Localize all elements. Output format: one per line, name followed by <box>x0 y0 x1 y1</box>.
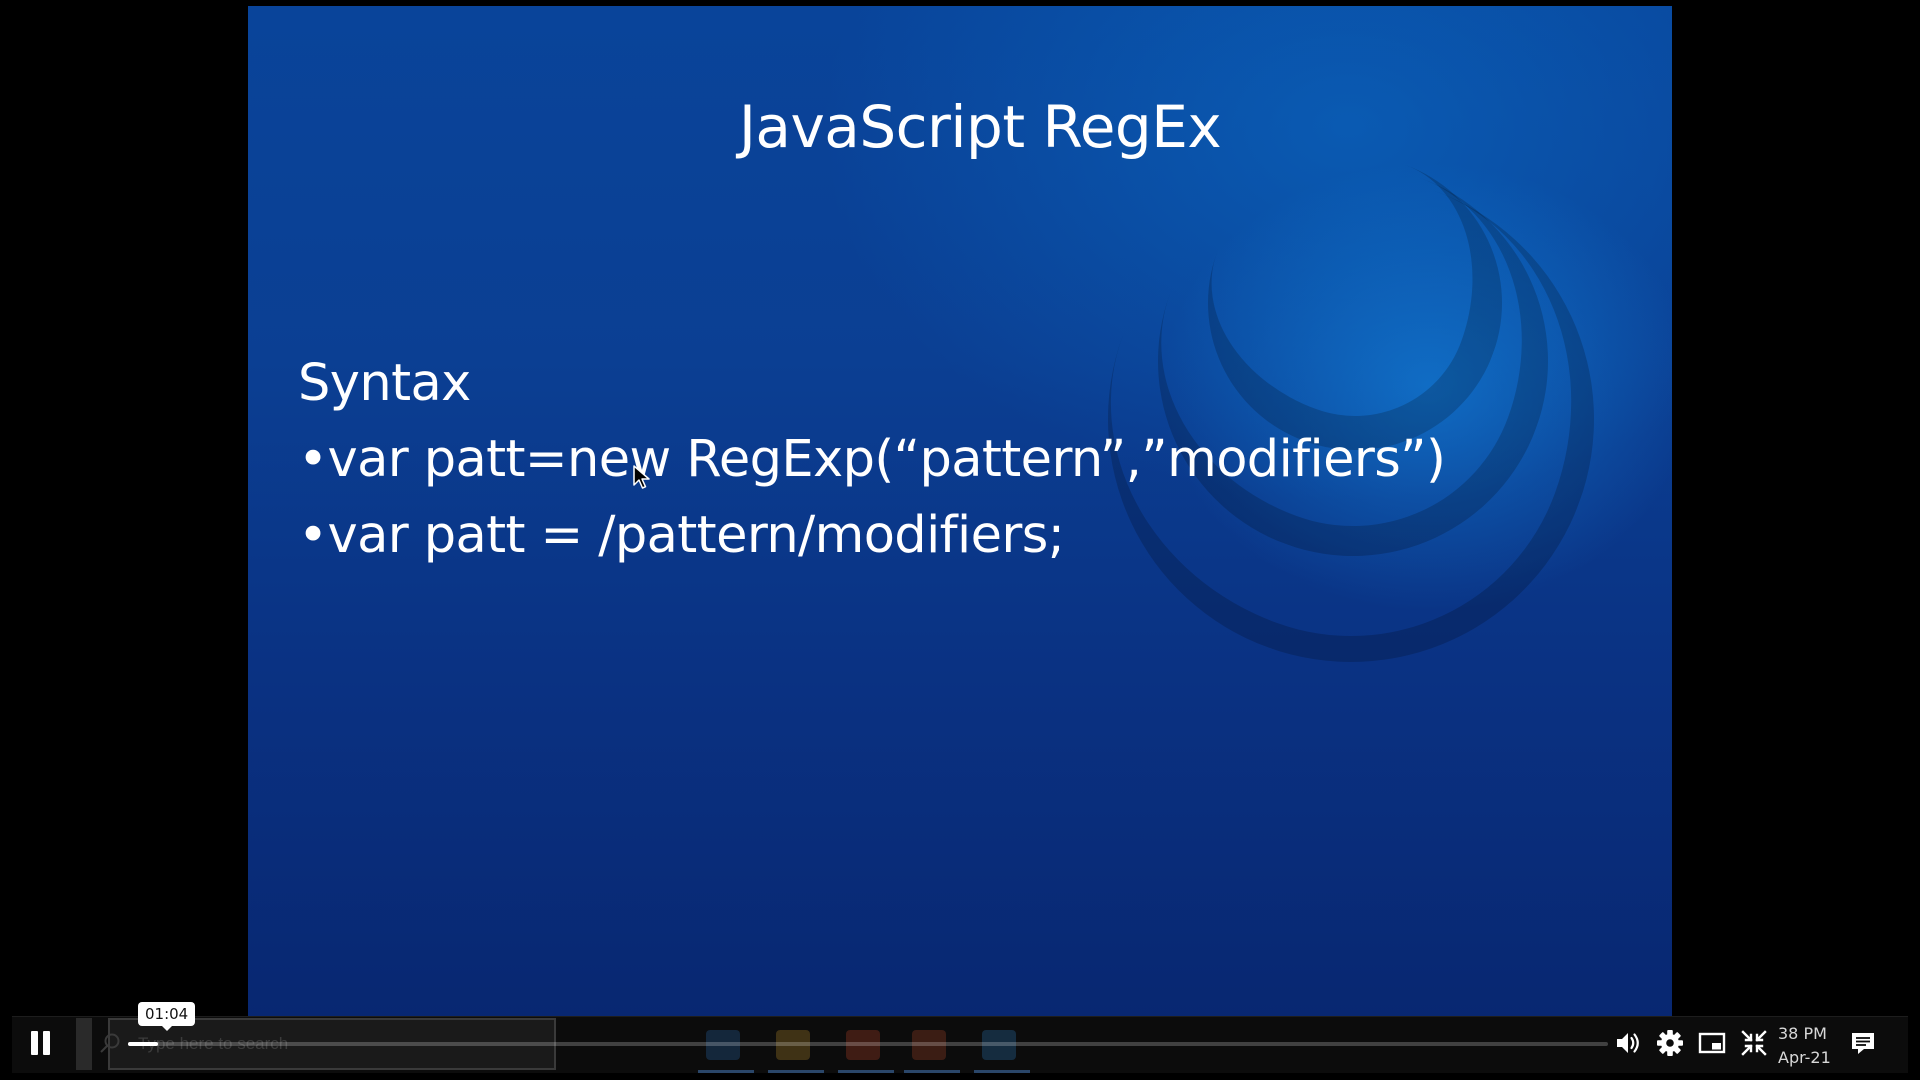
ghost-active-indicator <box>698 1070 754 1073</box>
gear-icon <box>1657 1030 1683 1056</box>
slide-title: JavaScript RegEx <box>738 93 1222 161</box>
slide-line-regex-literal: •var patt = /pattern/modifiers; <box>298 506 1065 565</box>
slide-line-syntax: Syntax <box>298 354 471 413</box>
ghost-active-indicator <box>974 1070 1030 1073</box>
exit-fullscreen-button[interactable] <box>1739 1028 1769 1058</box>
ghost-active-indicator <box>904 1070 960 1073</box>
ghost-taskbar-clock: 38 PM Apr-21 <box>1778 1022 1831 1070</box>
seek-time-tooltip: 01:04 <box>138 1002 196 1031</box>
pause-button[interactable] <box>26 1028 56 1058</box>
mouse-cursor-icon <box>633 465 650 489</box>
slide-body: Syntax •var patt=new RegExp(“pattern”,”m… <box>298 346 1446 574</box>
ghost-taskbar-start <box>76 1018 92 1070</box>
ghost-active-indicator <box>768 1070 824 1073</box>
notifications-icon <box>1852 1033 1874 1054</box>
video-player[interactable]: JavaScript RegEx Syntax •var patt=new Re… <box>0 0 1920 1080</box>
search-icon <box>100 1033 120 1053</box>
notifications-button[interactable] <box>1848 1028 1878 1058</box>
volume-button[interactable] <box>1613 1028 1643 1058</box>
seek-bar-progress <box>128 1042 158 1046</box>
clock-time: 38 PM <box>1778 1024 1827 1043</box>
picture-in-picture-icon <box>1698 1032 1726 1054</box>
pause-icon <box>31 1031 38 1055</box>
seek-bar[interactable] <box>128 1042 1608 1046</box>
volume-icon <box>1617 1033 1639 1053</box>
ghost-active-indicator <box>838 1070 894 1073</box>
clock-date: Apr-21 <box>1778 1048 1831 1067</box>
slide-line-regexp-constructor: •var patt=new RegExp(“pattern”,”modifier… <box>298 430 1446 489</box>
pause-icon <box>43 1031 50 1055</box>
exit-fullscreen-icon <box>1741 1030 1767 1056</box>
settings-button[interactable] <box>1655 1028 1685 1058</box>
picture-in-picture-button[interactable] <box>1697 1028 1727 1058</box>
slide-frame: JavaScript RegEx Syntax •var patt=new Re… <box>248 6 1672 1020</box>
